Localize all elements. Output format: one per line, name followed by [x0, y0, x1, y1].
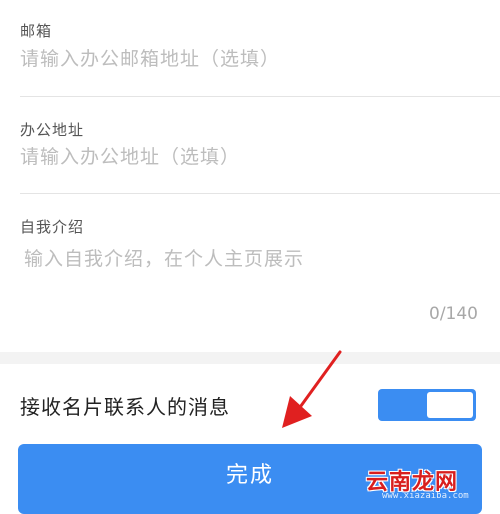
profile-form: 邮箱 办公地址 自我介绍 0/140 [0, 0, 500, 352]
email-field: 邮箱 [20, 0, 500, 96]
intro-field: 自我介绍 [20, 194, 500, 352]
receive-messages-row: 接收名片联系人的消息 [0, 364, 500, 436]
section-gap [0, 352, 500, 364]
office-address-label: 办公地址 [20, 121, 85, 139]
arrow-head [282, 396, 312, 428]
office-address-input[interactable] [20, 144, 480, 170]
office-address-field: 办公地址 [20, 97, 500, 193]
watermark-url: www.xiazaiba.com [382, 491, 469, 501]
intro-textarea[interactable] [24, 244, 484, 304]
receive-messages-toggle[interactable] [378, 389, 476, 421]
email-input[interactable] [20, 46, 480, 72]
receive-messages-label: 接收名片联系人的消息 [20, 395, 230, 419]
red-arrow-icon [282, 350, 342, 428]
intro-char-counter: 0/140 [429, 304, 478, 324]
email-label: 邮箱 [20, 22, 53, 40]
intro-label: 自我介绍 [20, 218, 85, 236]
arrow-shaft [296, 350, 342, 412]
toggle-knob [427, 392, 473, 418]
watermark: 云南龙网 www.xiazaiba.com [362, 464, 494, 504]
